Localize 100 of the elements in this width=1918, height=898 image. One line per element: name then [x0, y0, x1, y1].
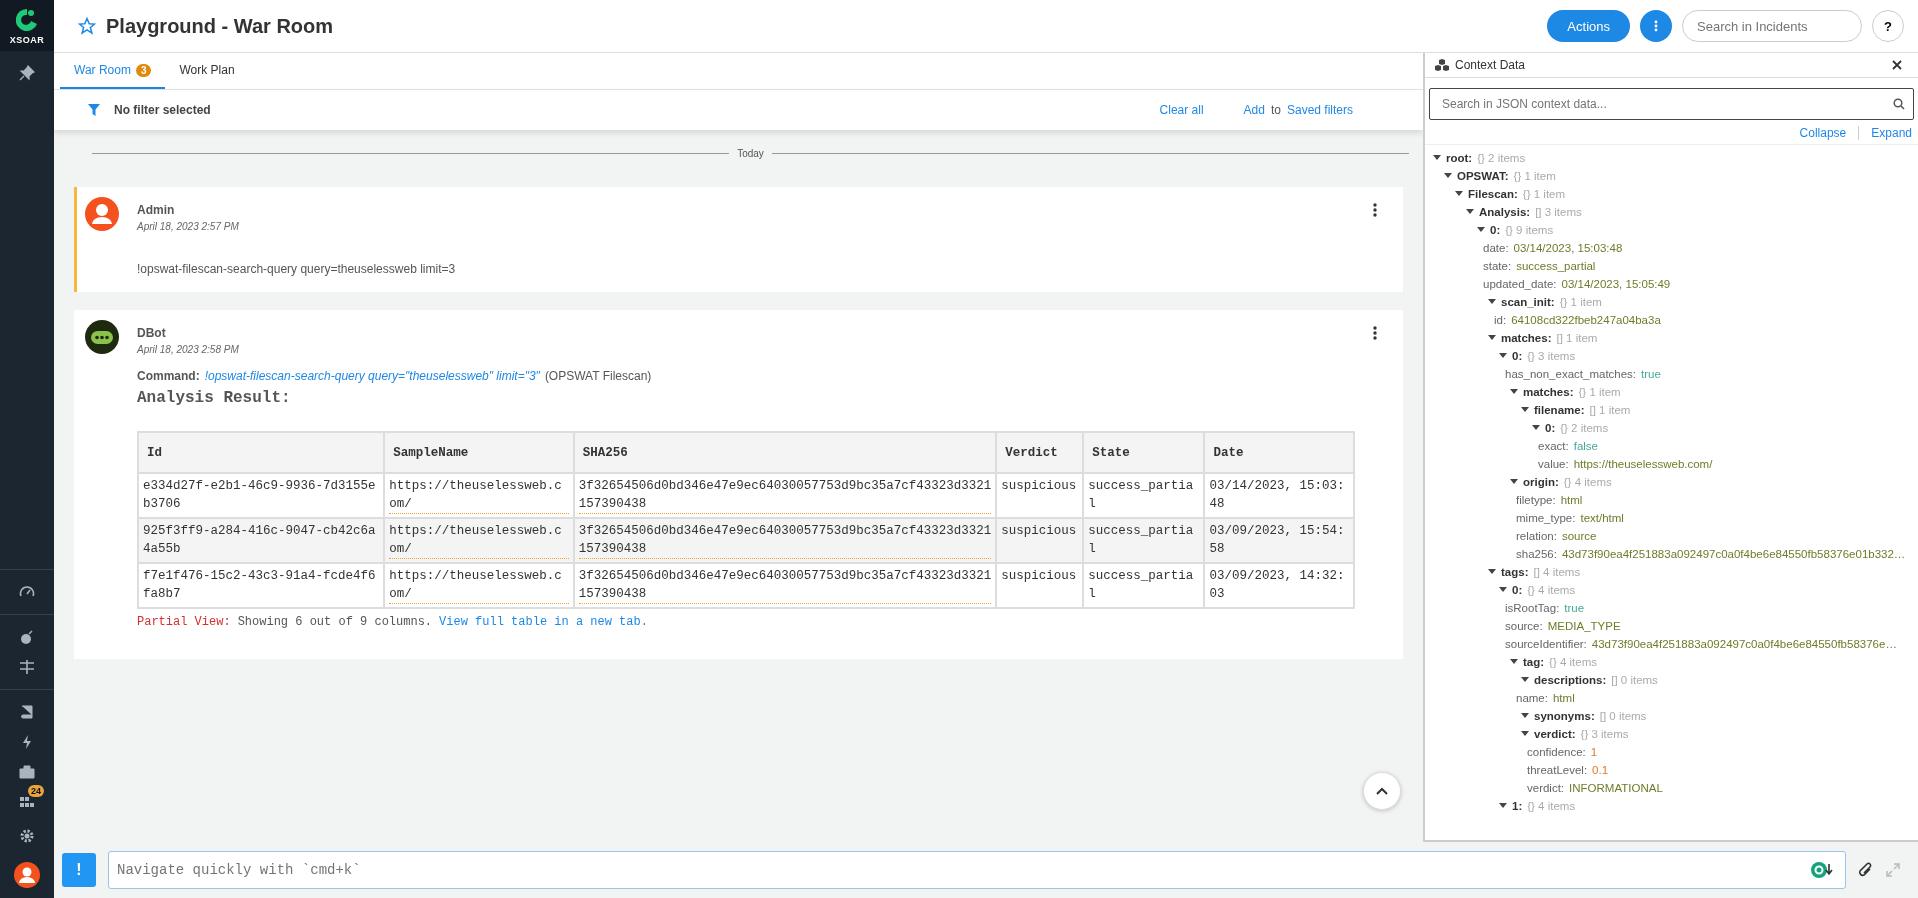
grid-icon[interactable]	[19, 794, 35, 810]
full-table-link[interactable]: View full table in a new tab.	[439, 615, 648, 629]
item-count: {} 1 item	[1513, 170, 1556, 182]
command-button[interactable]: !	[62, 853, 96, 887]
item-count: [] 1 item	[1556, 332, 1598, 344]
tree-value: success_partial	[1516, 260, 1596, 272]
actions-button[interactable]: Actions	[1547, 10, 1630, 42]
caret-icon[interactable]	[1499, 587, 1507, 593]
briefcase-icon[interactable]	[19, 764, 35, 780]
tab[interactable]: Work Plan	[165, 53, 249, 89]
column-header: Id	[138, 432, 385, 473]
caret-icon[interactable]	[1521, 713, 1529, 719]
tree-key: confidence:	[1527, 746, 1586, 758]
star-icon[interactable]	[78, 17, 96, 35]
tree-key: date:	[1483, 242, 1509, 254]
caret-icon[interactable]	[1521, 407, 1529, 413]
table-cell-text: suspicious	[1001, 568, 1078, 585]
filter-status: No filter selected	[114, 103, 211, 117]
saved-filters-link[interactable]: Saved filters	[1286, 103, 1353, 117]
close-icon[interactable]	[1892, 60, 1902, 70]
page-title: Playground - War Room	[106, 14, 334, 38]
tree-key: value:	[1538, 458, 1569, 470]
table-cell-text: f7e1f476-15c2-43c3-91a4-fcde4f6fa8b7	[143, 568, 377, 603]
collapse-link[interactable]: Collapse	[1799, 126, 1847, 140]
tree-key: verdict:	[1527, 782, 1565, 794]
item-count: {} 1 item	[1578, 386, 1621, 398]
tree-key: has_non_exact_matches:	[1505, 368, 1637, 380]
clear-all-link[interactable]: Clear all	[1159, 103, 1204, 117]
caret-icon[interactable]	[1466, 209, 1474, 215]
caret-icon[interactable]	[1455, 191, 1463, 197]
book-icon[interactable]	[19, 704, 35, 720]
caret-icon[interactable]	[1499, 803, 1507, 809]
tree-key: sha256:	[1516, 548, 1557, 560]
tree-key: 0:	[1512, 350, 1523, 362]
tree-key: Analysis:	[1479, 206, 1531, 218]
caret-icon[interactable]	[1488, 299, 1496, 305]
user-avatar[interactable]	[14, 862, 40, 888]
command-label: Command:	[137, 369, 200, 383]
column-header: State	[1083, 432, 1205, 473]
logo-icon	[16, 8, 38, 32]
notification-badge: 24	[28, 785, 44, 797]
item-count: [] 0 items	[1599, 710, 1647, 722]
caret-icon[interactable]	[1510, 659, 1518, 665]
bomb-icon[interactable]	[19, 629, 35, 645]
more-icon[interactable]	[1373, 326, 1377, 340]
caret-icon[interactable]	[1499, 353, 1507, 359]
expand-link[interactable]: Expand	[1871, 126, 1912, 140]
table-cell-text: 03/09/2023, 14:32:03	[1209, 568, 1346, 603]
tree-key: matches:	[1501, 332, 1552, 344]
sliders-icon[interactable]	[19, 659, 35, 675]
chevron-up-icon	[1376, 787, 1388, 795]
help-button[interactable]: ?	[1872, 10, 1904, 42]
item-count: [] 1 item	[1589, 404, 1631, 416]
cubes-icon	[1435, 58, 1449, 72]
tree-value: MEDIA_TYPE	[1547, 620, 1621, 632]
more-icon[interactable]	[1373, 203, 1377, 217]
caret-icon[interactable]	[1510, 479, 1518, 485]
tree-key: matches:	[1523, 386, 1574, 398]
json-search-field[interactable]: Search in JSON context data...	[1429, 88, 1914, 120]
pin-icon[interactable]	[19, 65, 35, 81]
tree-key: name:	[1516, 692, 1548, 704]
tree-value: 03/14/2023, 15:03:48	[1513, 242, 1623, 254]
tree-key: 0:	[1545, 422, 1556, 434]
caret-icon[interactable]	[1488, 569, 1496, 575]
tree-value: source	[1561, 530, 1597, 542]
caret-icon[interactable]	[1444, 173, 1452, 179]
caret-icon[interactable]	[1488, 335, 1496, 341]
caret-icon[interactable]	[1521, 677, 1529, 683]
settings-icon[interactable]	[19, 828, 35, 844]
filter-icon[interactable]	[88, 104, 100, 116]
tree-key: tag:	[1523, 656, 1545, 668]
caret-icon[interactable]	[1521, 731, 1529, 737]
item-count: {} 2 items	[1560, 422, 1609, 434]
integration-name: (OPSWAT Filescan)	[544, 369, 652, 383]
item-count: {} 3 items	[1527, 350, 1576, 362]
more-button[interactable]	[1640, 10, 1672, 42]
table-cell-text: success_partial	[1088, 478, 1195, 513]
tree-key: mime_type:	[1516, 512, 1576, 524]
caret-icon[interactable]	[1477, 227, 1485, 233]
to-label: to	[1270, 103, 1281, 117]
tree-key: OPSWAT:	[1457, 170, 1509, 182]
tree-value: html	[1552, 692, 1575, 704]
tree-key: filetype:	[1516, 494, 1556, 506]
add-link[interactable]: Add	[1243, 103, 1265, 117]
caret-icon[interactable]	[1532, 425, 1540, 431]
column-header: SampleName	[384, 432, 574, 473]
tree-key: isRootTag:	[1505, 602, 1560, 614]
table-cell-text: suspicious	[1001, 523, 1078, 540]
caret-icon[interactable]	[1433, 155, 1441, 161]
author-name: Admin	[137, 203, 175, 217]
tree-key: origin:	[1523, 476, 1559, 488]
command-input[interactable]: Navigate quickly with `cmd+k`	[108, 851, 1846, 889]
command-link[interactable]: !opswat-filescan-search-query query="theuselessweb" limit="3"	[204, 369, 540, 383]
tree-value: 0.1	[1592, 764, 1609, 776]
search-icon	[1893, 98, 1905, 110]
paperclip-icon[interactable]	[1858, 861, 1874, 879]
user-avatar	[85, 197, 119, 231]
search-field[interactable]: Search in Incidents	[1682, 10, 1862, 42]
caret-icon[interactable]	[1510, 389, 1518, 395]
item-count: {} 4 items	[1527, 800, 1576, 812]
